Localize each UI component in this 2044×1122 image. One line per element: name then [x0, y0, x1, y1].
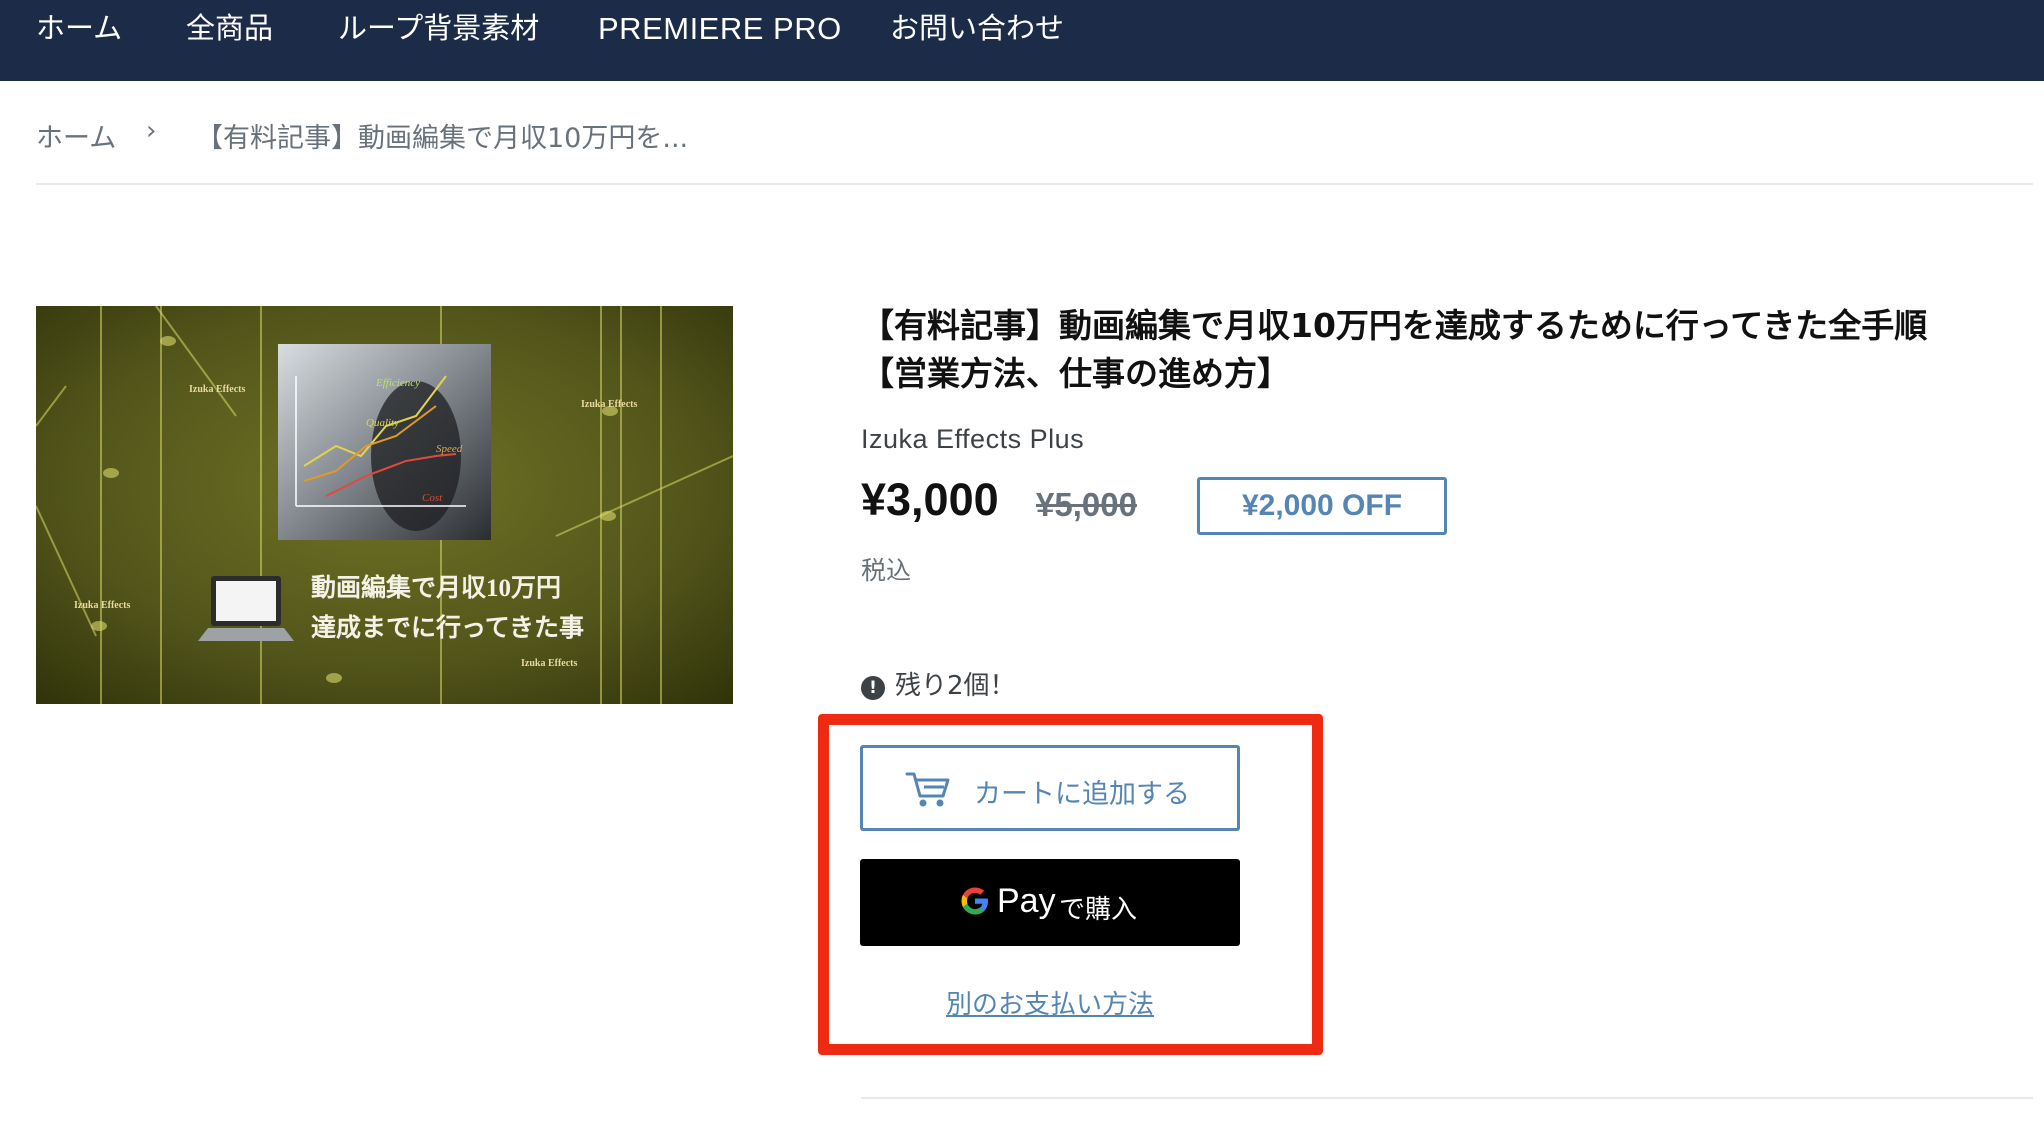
breadcrumb-separator-icon: › [146, 116, 157, 146]
product-title: 【有料記事】動画編集で月収10万円を達成するために行ってきた全手順【営業方法、仕… [861, 306, 1928, 393]
breadcrumb-home-link[interactable]: ホーム [36, 116, 116, 155]
chart-label-quality: Quality [366, 417, 399, 429]
nav-item-home[interactable]: ホーム [36, 10, 122, 46]
stock-text: 残り2個！ [895, 671, 1016, 701]
product-thumbnail-graphic: Izuka Effects Izuka Effects Izuka Effect… [36, 306, 733, 704]
google-g-icon [959, 885, 991, 921]
chart-label-speed: Speed [436, 443, 463, 455]
more-payment-options-link[interactable]: 別のお支払い方法 [860, 984, 1240, 1021]
alert-icon: ! [861, 676, 885, 700]
add-to-cart-button[interactable]: カートに追加する [860, 745, 1240, 831]
watermark-text: Izuka Effects [74, 600, 130, 611]
add-to-cart-label: カートに追加する [974, 779, 1190, 809]
product-vendor: Izuka Effects Plus [861, 424, 1085, 454]
google-pay-button[interactable]: Pay で購入 [860, 859, 1240, 946]
breadcrumb-current: 【有料記事】動画編集で月収10万円を... [196, 123, 689, 154]
laptop-icon [198, 576, 294, 641]
watermark-text: Izuka Effects [521, 658, 577, 669]
chart-label-efficiency: Efficiency [375, 377, 420, 389]
nav-item-contact[interactable]: お問い合わせ [890, 10, 1064, 46]
price-row: ¥3,000 ¥5,000 ¥2,000 OFF [861, 474, 1561, 535]
nav-item-loop-backgrounds[interactable]: ループ背景素材 [338, 10, 539, 46]
image-title-line1: 動画編集で月収10万円 [311, 573, 561, 602]
gpay-buy-label: で購入 [1059, 895, 1138, 925]
top-navigation: ホーム 全商品 ループ背景素材 PREMIERE PRO お問い合わせ [0, 0, 2044, 81]
chart-label-cost: Cost [422, 492, 443, 504]
nav-item-premiere-pro[interactable]: PREMIERE PRO [598, 11, 842, 47]
breadcrumb-divider [36, 183, 2033, 185]
regular-price: ¥5,000 [1036, 486, 1137, 523]
gpay-pay-label: Pay [997, 882, 1056, 920]
product-image[interactable]: Izuka Effects Izuka Effects Izuka Effect… [36, 306, 733, 704]
discount-badge: ¥2,000 OFF [1197, 477, 1447, 535]
cart-icon [905, 770, 951, 815]
sale-price: ¥3,000 [861, 474, 999, 525]
watermark-text: Izuka Effects [581, 399, 637, 410]
breadcrumb: ホーム › 【有料記事】動画編集で月収10万円を... [36, 112, 1936, 155]
stock-notice: ! 残り2個！ [861, 665, 1016, 702]
watermark-text: Izuka Effects [189, 384, 245, 395]
tax-note: 税込 [861, 556, 912, 585]
image-title-line2: 達成までに行ってきた事 [311, 614, 584, 642]
nav-item-all-products[interactable]: 全商品 [186, 10, 273, 46]
section-divider [861, 1097, 2033, 1099]
